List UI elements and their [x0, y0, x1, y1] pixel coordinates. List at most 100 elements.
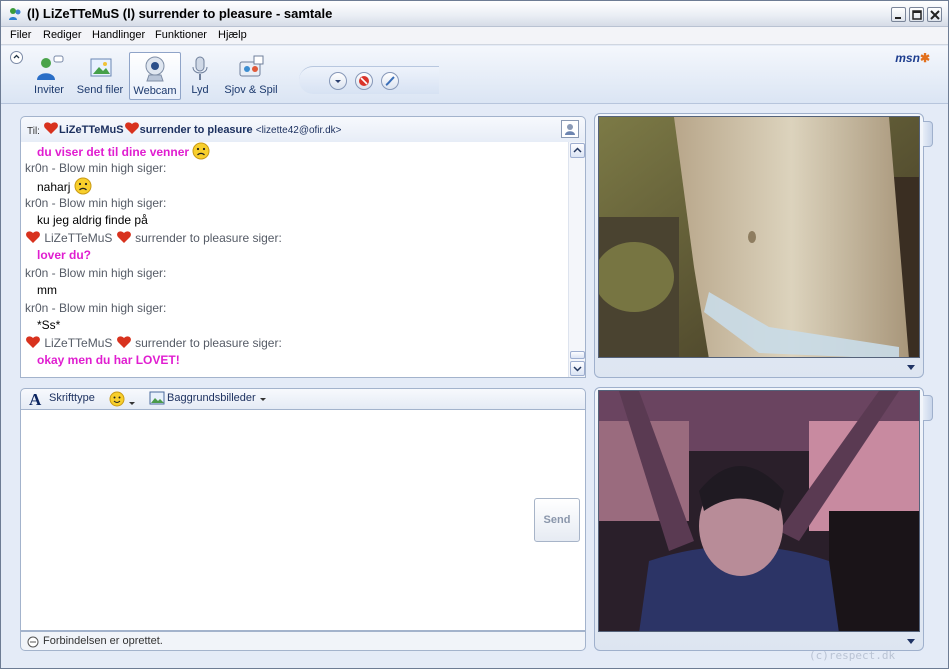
history-scrollbar[interactable]	[568, 142, 585, 377]
chevron-down-icon	[260, 398, 266, 401]
chevron-down-icon	[335, 80, 341, 83]
message-input[interactable]	[20, 410, 586, 631]
sender-suffix: surrender to pleasure siger:	[135, 335, 282, 350]
message-text: mm	[37, 283, 57, 297]
toolbar: Inviter Send filer Webcam Lyd Sjov & Spi…	[1, 46, 948, 104]
heart-icon	[26, 335, 40, 348]
menu-filer[interactable]: Filer	[10, 29, 31, 41]
sad-emoticon-icon	[192, 142, 210, 160]
games-icon	[239, 55, 264, 77]
invite-button[interactable]: Inviter	[29, 52, 69, 100]
arrow-up-icon	[573, 147, 582, 153]
message-text: du viser det til dine venner	[37, 145, 190, 159]
more-options-button[interactable]	[329, 72, 347, 90]
sender-label: kr0n - Blow min high siger:	[25, 265, 167, 280]
sender-name: LiZeTTeMuS	[44, 335, 113, 350]
message-text-line: du viser det til dine venner	[25, 142, 565, 160]
microphone-icon	[192, 56, 208, 80]
send-button[interactable]: Send	[534, 498, 580, 542]
send-files-label: Send filer	[76, 84, 124, 96]
message-text-line: naharj	[25, 177, 565, 195]
emoticon-button[interactable]	[109, 391, 136, 410]
window-title: (l) LiZeTTeMuS (l) surrender to pleasure…	[27, 6, 333, 21]
send-files-icon	[90, 58, 112, 77]
block-button[interactable]	[355, 72, 373, 90]
font-icon[interactable]: A	[29, 390, 41, 410]
invite-label: Inviter	[34, 84, 64, 96]
menu-bar: Filer Rediger Handlinger Funktioner Hjæl…	[1, 27, 948, 45]
sender-name: LiZeTTeMuS	[44, 230, 113, 245]
minimize-icon	[895, 17, 901, 19]
message-text: *Ss*	[37, 318, 61, 332]
backgrounds-icon[interactable]	[149, 391, 165, 408]
backgrounds-button[interactable]: Baggrundsbilleder	[167, 392, 256, 404]
heart-icon	[44, 122, 58, 134]
message-text: naharj	[37, 180, 71, 194]
scroll-thumb[interactable]	[570, 351, 585, 359]
contact-card-icon	[565, 124, 575, 135]
conversation-history[interactable]: du viser det til dine venner kr0n - Blow…	[20, 142, 586, 378]
sender-label: kr0n - Blow min high siger:	[25, 195, 167, 210]
message-text: lover du?	[37, 248, 92, 262]
collapse-toolbar-button[interactable]	[10, 51, 23, 64]
remote-webcam-menu-arrow[interactable]	[907, 365, 915, 370]
title-bar[interactable]: (l) LiZeTTeMuS (l) surrender to pleasure…	[1, 1, 948, 27]
heart-icon	[26, 230, 40, 243]
menu-hjaelp[interactable]: Hjælp	[218, 29, 247, 41]
to-label: Til:	[27, 126, 40, 137]
webcam-button[interactable]: Webcam	[129, 52, 181, 100]
message-sender-line: kr0n - Blow min high siger:	[25, 160, 565, 178]
message-sender-line: LiZeTTeMuS surrender to pleasure siger:	[25, 335, 565, 353]
games-button[interactable]: Sjov & Spil	[223, 52, 279, 100]
send-files-button[interactable]: Send filer	[75, 52, 125, 100]
message-text-line: mm	[25, 282, 565, 300]
contact-card-button[interactable]	[561, 120, 579, 138]
invite-icon	[37, 55, 64, 80]
message-sender-line: kr0n - Blow min high siger:	[25, 195, 565, 213]
message-text-line: ku jeg aldrig finde på	[25, 212, 565, 230]
message-text-line: okay men du har LOVET!	[25, 352, 565, 370]
customize-button[interactable]	[381, 72, 399, 90]
local-webcam-video	[598, 390, 920, 632]
close-button[interactable]	[927, 7, 942, 22]
maximize-button[interactable]	[909, 7, 924, 22]
watermark: (c)respect.dk	[809, 649, 896, 662]
minimize-button[interactable]	[891, 7, 906, 22]
heart-icon	[116, 230, 131, 243]
menu-handlinger[interactable]: Handlinger	[92, 29, 145, 41]
msn-butterfly-icon: ✱	[919, 51, 930, 65]
recipient-bar: Til: LiZeTTeMuS surrender to pleasure <li…	[20, 116, 586, 142]
remote-panel-collapse-tab[interactable]	[923, 121, 933, 147]
heart-icon	[124, 122, 139, 134]
audio-label: Lyd	[191, 84, 209, 96]
remote-video-image	[599, 117, 919, 357]
recipient-display: LiZeTTeMuS surrender to pleasure <lizette…	[43, 121, 342, 136]
menu-funktioner[interactable]: Funktioner	[155, 29, 207, 41]
msn-logo-text: msn	[895, 51, 920, 65]
font-button[interactable]: Skrifttype	[49, 392, 95, 404]
backgrounds-dropdown[interactable]	[259, 394, 267, 406]
local-webcam-menu-arrow[interactable]	[907, 639, 915, 644]
message-sender-line: LiZeTTeMuS surrender to pleasure siger:	[25, 230, 565, 248]
chevron-up-icon	[13, 54, 20, 59]
conversation-window: (l) LiZeTTeMuS (l) surrender to pleasure…	[0, 0, 949, 669]
audio-button[interactable]: Lyd	[185, 52, 215, 100]
remote-webcam-video	[598, 116, 920, 358]
games-label: Sjov & Spil	[224, 84, 278, 96]
webcam-icon	[145, 56, 165, 82]
maximize-icon	[912, 10, 922, 20]
scroll-up-button[interactable]	[570, 143, 585, 158]
brush-icon	[385, 76, 395, 86]
recipient-name-1: LiZeTTeMuS	[59, 124, 124, 136]
format-toolbar: A Skrifttype Baggrundsbilleder	[20, 388, 586, 410]
status-text: Forbindelsen er oprettet.	[43, 635, 163, 647]
message-text-line: lover du?	[25, 247, 565, 265]
smiley-icon	[109, 391, 125, 407]
arrow-down-icon	[573, 366, 582, 372]
menu-rediger[interactable]: Rediger	[43, 29, 82, 41]
sender-label: kr0n - Blow min high siger:	[25, 300, 167, 315]
scroll-down-button[interactable]	[570, 361, 585, 376]
chevron-down-icon	[129, 402, 136, 405]
local-panel-collapse-tab[interactable]	[923, 395, 933, 421]
close-icon	[930, 10, 940, 20]
